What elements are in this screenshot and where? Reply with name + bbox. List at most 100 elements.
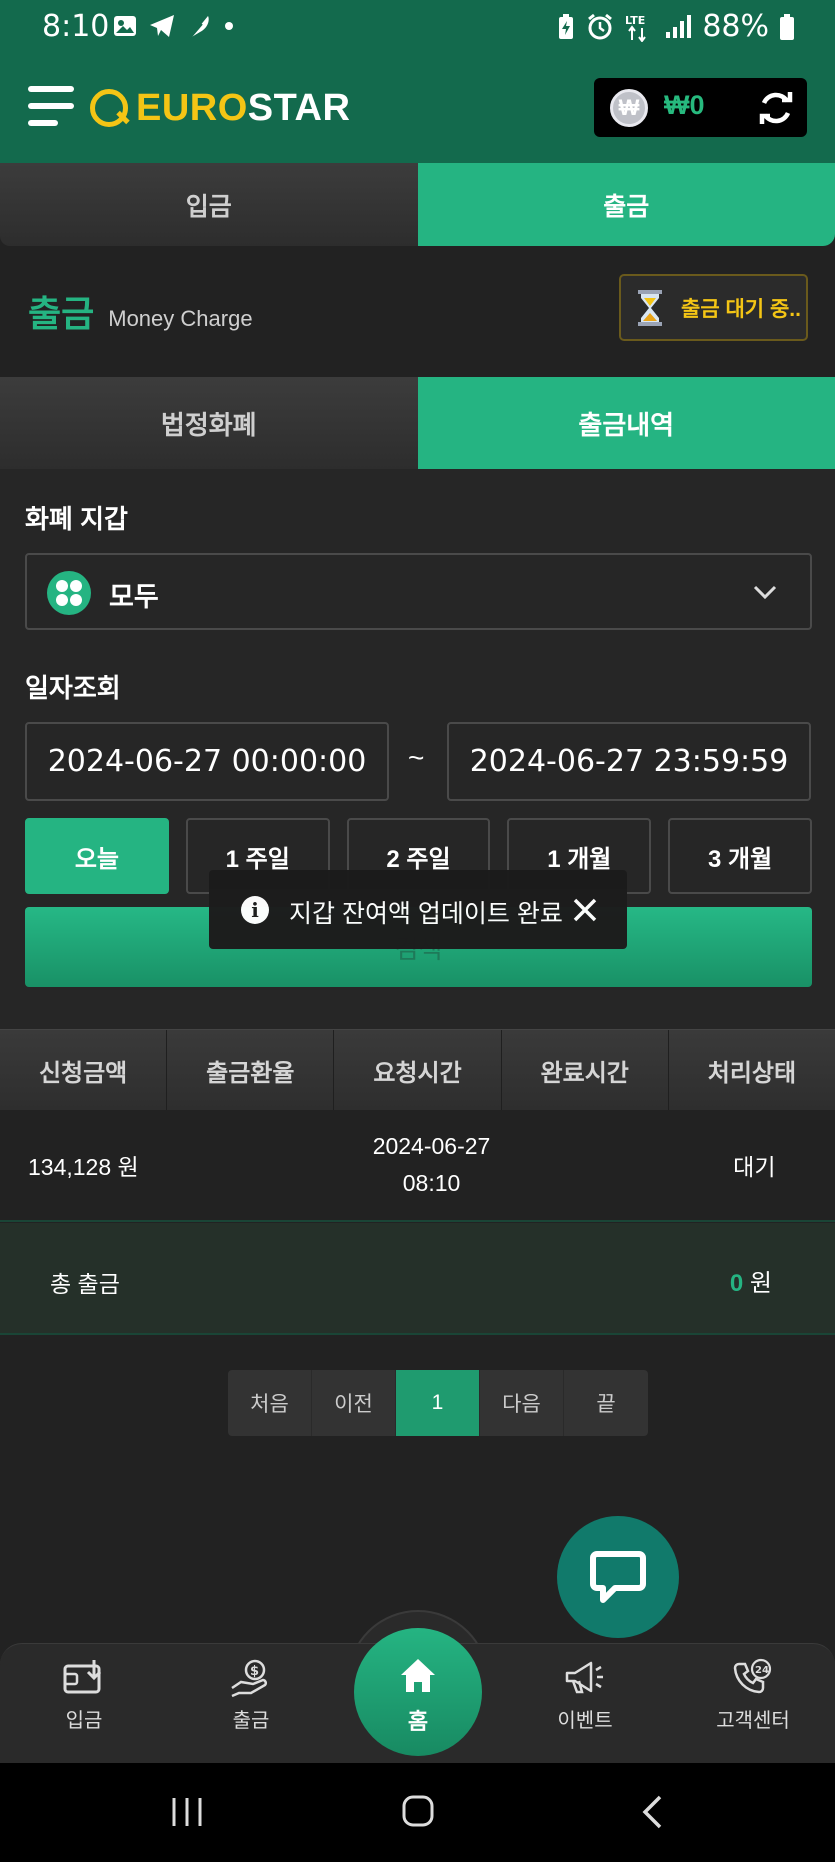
hourglass-icon xyxy=(638,289,662,326)
tab-withdraw[interactable]: 출금 xyxy=(417,163,835,246)
system-nav-bar xyxy=(0,1763,835,1862)
brand-logo[interactable]: EUROSTAR xyxy=(90,86,350,130)
refresh-icon[interactable] xyxy=(756,88,796,128)
col-request-time: 요청시간 xyxy=(334,1030,502,1110)
total-unit: 원 xyxy=(749,1270,772,1297)
table-header: 신청금액 출금환율 요청시간 완료시간 처리상태 xyxy=(0,1029,835,1110)
date-separator: ~ xyxy=(408,742,425,773)
logo-text-euro: EURO xyxy=(136,86,248,129)
nav-withdraw-label: 출금 xyxy=(232,1710,270,1732)
page-subtitle: Money Charge xyxy=(108,306,253,331)
app-header: 8:10 LTE 88% EUROSTAR ₩ ₩0 xyxy=(0,0,835,163)
chevron-down-icon xyxy=(753,585,777,600)
page-prev-button[interactable]: 이전 xyxy=(312,1370,396,1436)
period-3month-button[interactable]: 3 개월 xyxy=(668,818,812,894)
total-value: 0 원 xyxy=(730,1263,772,1298)
svg-text:LTE: LTE xyxy=(625,14,645,27)
wallet-label: 화폐 지갑 xyxy=(25,504,128,534)
page-last-button[interactable]: 끝 xyxy=(564,1370,648,1436)
money-hand-icon: $ xyxy=(231,1659,267,1698)
info-icon: i xyxy=(241,896,269,924)
toast-message: 지갑 잔여액 업데이트 완료 xyxy=(289,900,563,928)
cell-request-time: 2024-06-27 08:10 xyxy=(351,1110,512,1220)
main-tabs: 입금 출금 xyxy=(0,163,835,246)
nav-withdraw[interactable]: $ 출금 xyxy=(196,1658,306,1733)
date-label: 일자조회 xyxy=(25,673,121,703)
cell-status: 대기 xyxy=(733,1154,776,1180)
signal-icon xyxy=(666,14,692,38)
status-notification-icons xyxy=(112,12,236,40)
nav-home-label: 홈 xyxy=(407,1709,429,1734)
feather-icon xyxy=(189,16,209,39)
battery-percent: 88% xyxy=(702,9,769,44)
date-to-input[interactable]: 2024-06-27 23:59:59 xyxy=(447,722,811,801)
recent-apps-icon[interactable] xyxy=(170,1796,204,1828)
dot-icon xyxy=(225,22,233,30)
cell-rate xyxy=(189,1110,350,1220)
logo-text-star: STAR xyxy=(247,86,351,129)
wallet-deposit-icon xyxy=(63,1660,102,1694)
gallery-icon xyxy=(114,16,136,36)
page-current-button[interactable]: 1 xyxy=(396,1370,480,1436)
nav-deposit-label: 입금 xyxy=(65,1710,103,1732)
battery-saver-icon xyxy=(559,13,574,39)
svg-text:$: $ xyxy=(250,1664,259,1679)
status-system-icons: LTE 88% xyxy=(556,9,795,44)
support-24-icon: 24 xyxy=(733,1658,772,1694)
nav-support-label: 고객센터 xyxy=(716,1710,790,1732)
close-icon[interactable] xyxy=(571,896,599,924)
home-icon xyxy=(401,1659,435,1692)
nav-support[interactable]: 24 고객센터 xyxy=(698,1658,808,1733)
wallet-selected-value: 모두 xyxy=(109,582,159,612)
menu-icon[interactable] xyxy=(28,86,74,130)
status-bar: 8:10 LTE 88% xyxy=(0,0,835,56)
cell-request-clock: 08:10 xyxy=(402,1170,461,1196)
wallet-select[interactable]: 모두 xyxy=(25,553,812,630)
telegram-icon xyxy=(150,15,174,37)
cell-request-date: 2024-06-27 xyxy=(372,1133,491,1159)
nav-event[interactable]: 이벤트 xyxy=(530,1658,640,1733)
tab-withdraw-history[interactable]: 출금내역 xyxy=(417,377,835,469)
cell-amount: 134,128 원 xyxy=(28,1154,139,1180)
logo-mark-icon xyxy=(90,89,128,127)
col-rate: 출금환율 xyxy=(167,1030,335,1110)
alarm-icon xyxy=(588,13,613,39)
withdraw-pending-button[interactable]: 출금 대기 중.. xyxy=(619,274,808,341)
period-today-button[interactable]: 오늘 xyxy=(25,818,169,894)
won-coin-icon: ₩ xyxy=(610,89,648,127)
section-header: 출금 Money Charge xyxy=(28,285,253,337)
nav-event-label: 이벤트 xyxy=(557,1710,613,1732)
toast-notification: i 지갑 잔여액 업데이트 완료 xyxy=(209,870,627,949)
all-wallets-icon xyxy=(47,571,91,615)
pagination: 처음 이전 1 다음 끝 xyxy=(228,1370,648,1436)
total-row: 총 출금 0 원 xyxy=(0,1223,835,1335)
pending-label: 출금 대기 중.. xyxy=(681,297,801,321)
chat-bubble-icon xyxy=(590,1551,646,1603)
page-next-button[interactable]: 다음 xyxy=(480,1370,564,1436)
table-row: 134,128 원 2024-06-27 08:10 대기 xyxy=(0,1110,835,1222)
sub-tabs: 법정화폐 출금내역 xyxy=(0,377,835,469)
col-complete-time: 완료시간 xyxy=(502,1030,669,1110)
tab-deposit[interactable]: 입금 xyxy=(0,163,418,246)
nav-deposit[interactable]: 입금 xyxy=(29,1658,139,1733)
total-amount: 0 xyxy=(729,1270,744,1297)
back-icon[interactable] xyxy=(640,1794,664,1830)
col-status: 처리상태 xyxy=(707,1059,797,1087)
total-label: 총 출금 xyxy=(50,1271,120,1297)
battery-icon xyxy=(780,13,794,40)
balance-widget: ₩ ₩0 xyxy=(594,78,807,137)
balance-amount: ₩0 xyxy=(664,90,705,120)
page-title: 출금 xyxy=(28,293,95,334)
lte-icon: LTE xyxy=(625,14,647,42)
chat-button[interactable] xyxy=(557,1516,679,1638)
nav-home-button[interactable]: 홈 xyxy=(354,1628,482,1756)
cell-complete-time xyxy=(512,1110,673,1220)
status-time: 8:10 xyxy=(42,9,110,44)
col-amount: 신청금액 xyxy=(0,1030,168,1110)
top-bar: EUROSTAR ₩ ₩0 xyxy=(0,56,835,163)
megaphone-icon xyxy=(565,1661,603,1694)
date-from-input[interactable]: 2024-06-27 00:00:00 xyxy=(25,722,389,801)
home-system-icon[interactable] xyxy=(401,1794,435,1828)
tab-fiat[interactable]: 법정화폐 xyxy=(0,377,418,469)
page-first-button[interactable]: 처음 xyxy=(228,1370,312,1436)
